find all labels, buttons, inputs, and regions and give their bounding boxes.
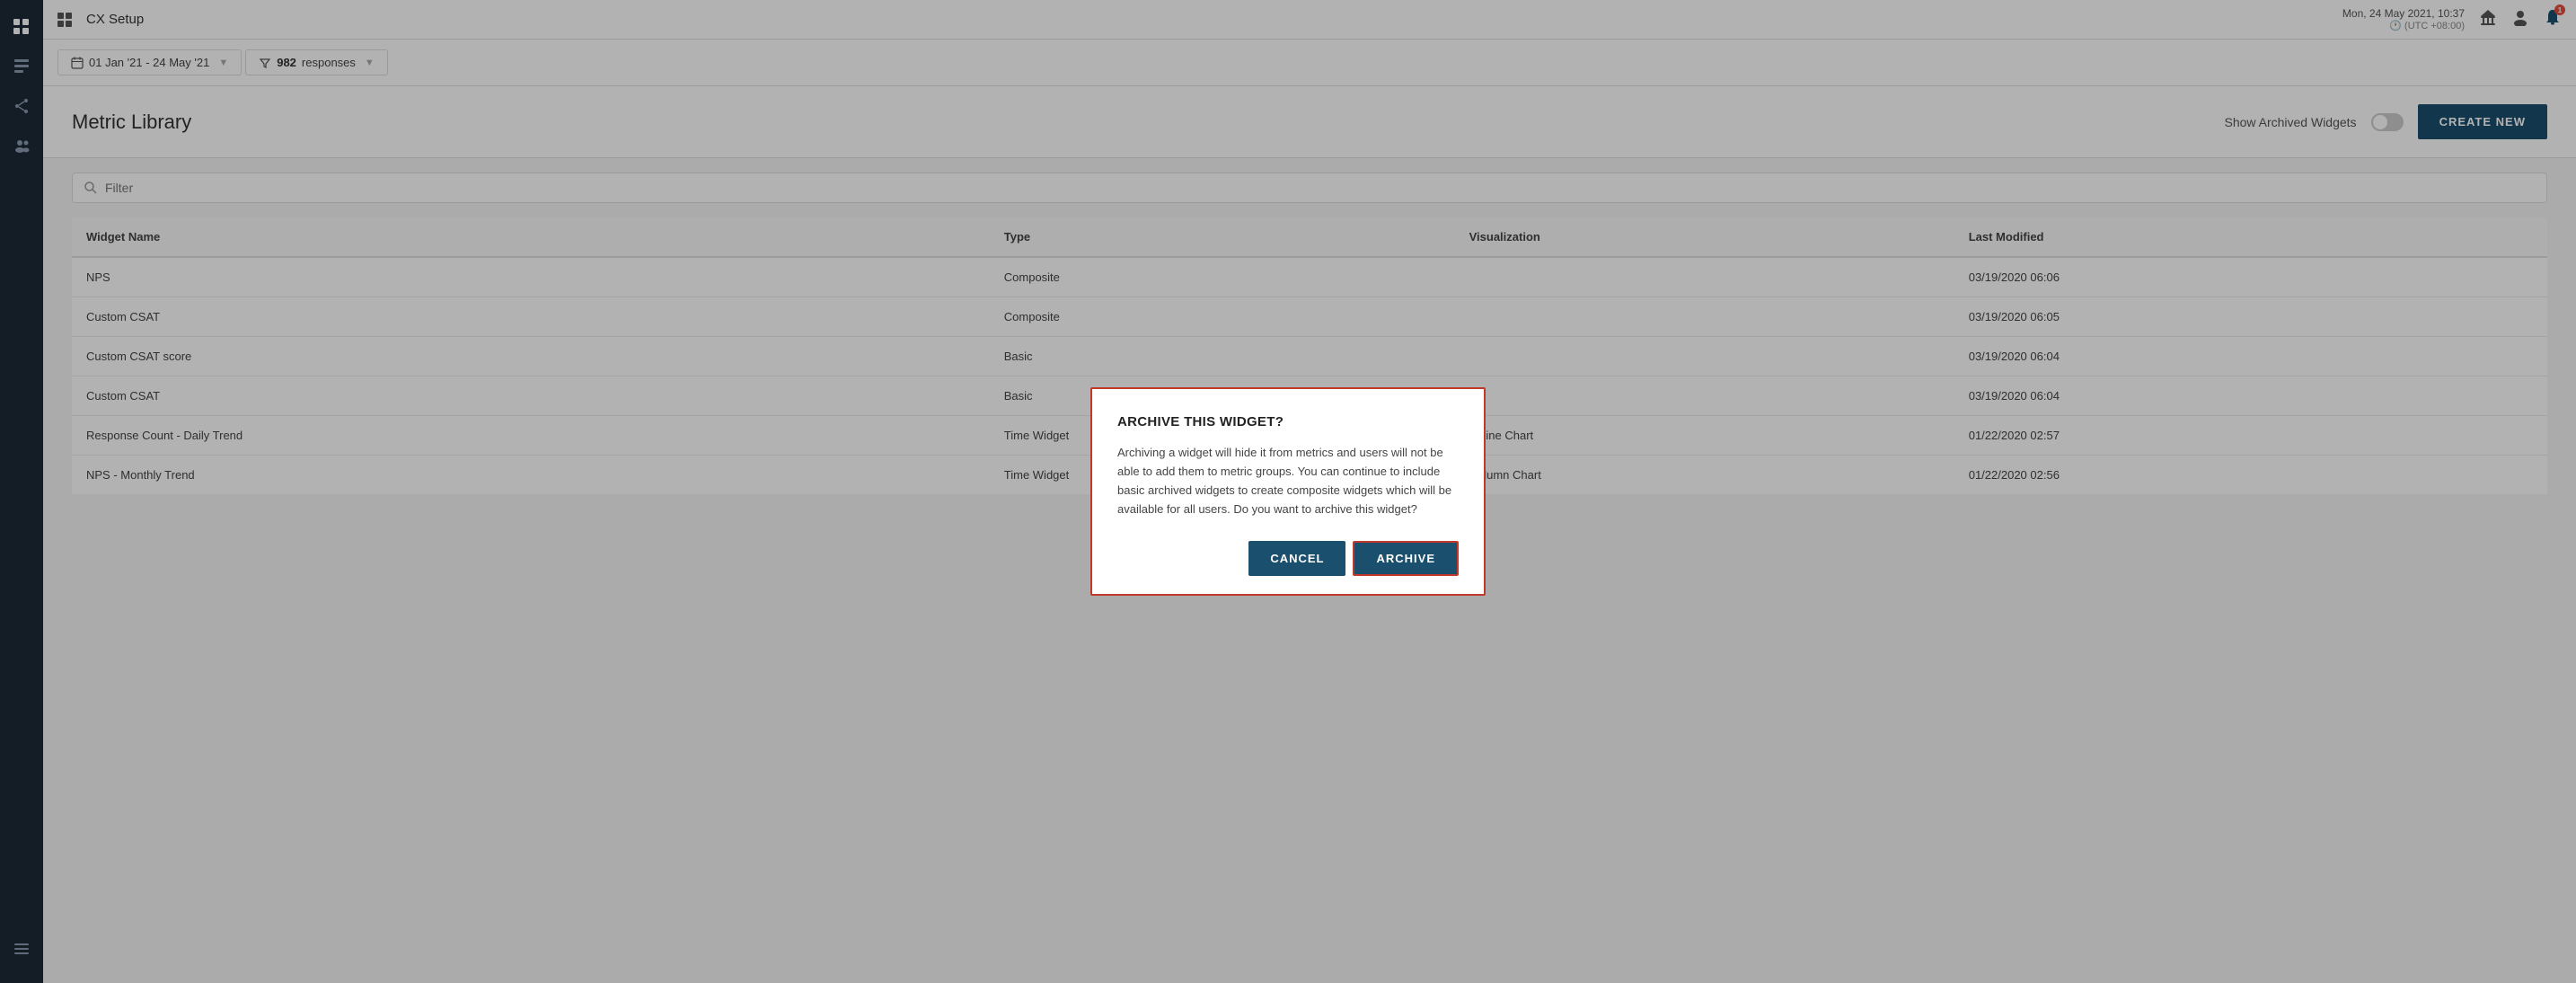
- cancel-button[interactable]: CANCEL: [1248, 541, 1345, 576]
- modal-title: ARCHIVE THIS WIDGET?: [1117, 414, 1459, 430]
- archive-modal: ARCHIVE THIS WIDGET? Archiving a widget …: [1090, 387, 1486, 595]
- modal-actions: CANCEL ARCHIVE: [1117, 541, 1459, 576]
- archive-button[interactable]: ARCHIVE: [1353, 541, 1459, 576]
- modal-overlay: ARCHIVE THIS WIDGET? Archiving a widget …: [0, 0, 2576, 983]
- modal-body: Archiving a widget will hide it from met…: [1117, 444, 1459, 518]
